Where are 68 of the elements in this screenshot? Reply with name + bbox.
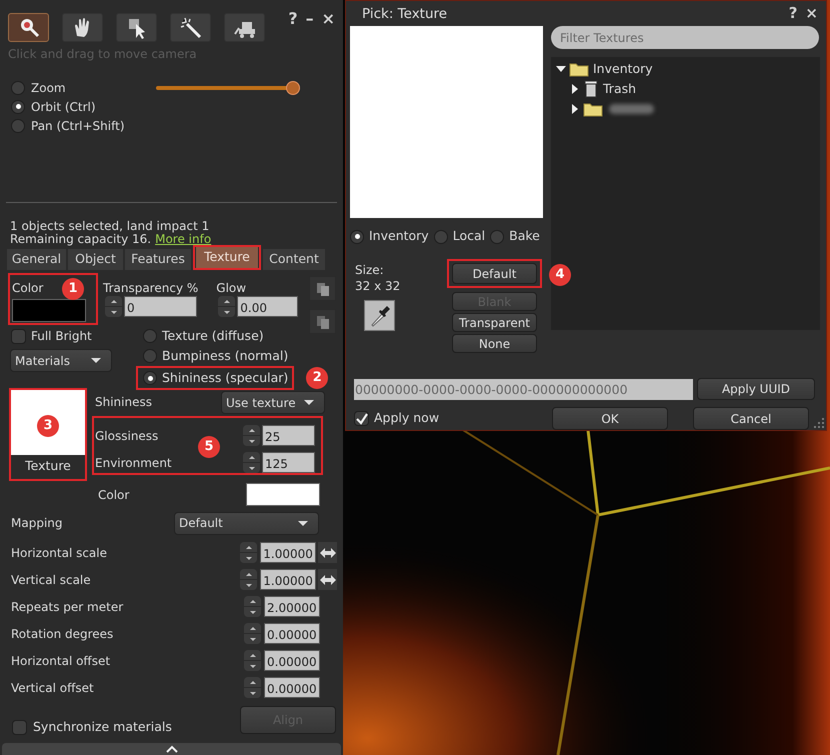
checkbox-label: Full Bright	[31, 328, 92, 345]
dropdown[interactable]: Default	[174, 512, 319, 534]
button[interactable]: OK	[552, 407, 668, 430]
dropdown[interactable]: Materials	[10, 349, 112, 372]
button[interactable]: None	[452, 334, 537, 353]
field-label: Glow	[216, 280, 248, 296]
tab[interactable]: Features	[125, 249, 191, 270]
field-label: Glossiness	[95, 428, 160, 444]
number-field[interactable]: 1.00000	[260, 542, 316, 563]
window-control[interactable]: ?	[788, 2, 798, 25]
number-field[interactable]: 125	[262, 452, 315, 473]
number-field[interactable]: 0.00000	[264, 623, 320, 644]
radio-label: Pan (Ctrl+Shift)	[31, 118, 125, 134]
tab[interactable]: Object	[68, 249, 123, 270]
radio-label: Zoom	[31, 80, 66, 96]
radio-label: Bake	[509, 227, 540, 246]
window-control[interactable]: ×	[805, 2, 818, 25]
field-label: Color	[12, 280, 44, 297]
button[interactable]: Default	[452, 263, 537, 284]
field-label: Shininess	[95, 394, 152, 411]
radio-label: Local	[452, 227, 486, 246]
button[interactable]: Cancel	[693, 407, 809, 430]
radio-label: Inventory	[369, 227, 429, 246]
field-label: Rotation degrees	[11, 626, 114, 642]
button[interactable]: Transparent	[452, 313, 537, 332]
tab[interactable]: Texture	[196, 247, 258, 268]
number-field[interactable]: 1.00000	[260, 569, 316, 590]
radio-label: Shininess (specular)	[162, 368, 288, 387]
field-label: Vertical scale	[11, 572, 92, 588]
info-text: Remaining capacity 16.	[10, 233, 152, 246]
window-control[interactable]: ×	[322, 7, 335, 31]
field-label: Repeats per meter	[11, 598, 124, 616]
number-field[interactable]: 0.00000	[264, 677, 320, 698]
field-label: Horizontal offset	[11, 652, 112, 670]
tab[interactable]: Content	[263, 249, 325, 270]
field-label: Transparency %	[103, 280, 198, 296]
window-control[interactable]: ?	[288, 7, 298, 31]
field-label: Horizontal scale	[11, 544, 108, 562]
dropdown[interactable]: Use texture	[221, 391, 325, 414]
annotation-badge: 5	[198, 436, 220, 458]
annotation-badge: 2	[306, 367, 328, 389]
checkbox-label: Apply now	[374, 409, 440, 428]
size-value: 32 x 32	[355, 278, 402, 294]
filter-field[interactable]: Filter Textures	[551, 26, 819, 50]
number-field[interactable]: 0.00	[237, 296, 298, 317]
more-info-link[interactable]: More info	[155, 233, 212, 246]
tree-item-label[interactable]: Inventory	[593, 60, 653, 79]
texture-label: Texture	[24, 457, 72, 476]
number-field[interactable]: 0	[124, 296, 197, 317]
button[interactable]: Apply UUID	[697, 378, 815, 400]
field-label: Environment	[95, 454, 173, 472]
radio-label: Bumpiness (normal)	[162, 346, 288, 365]
size-label: Size:	[355, 262, 385, 278]
tab[interactable]: General	[7, 249, 66, 270]
checkbox-label: Synchronize materials	[33, 718, 172, 736]
number-field[interactable]: 25	[262, 425, 315, 446]
number-field[interactable]: 0.00000	[264, 650, 320, 671]
info-text: 1 objects selected, land impact 1	[10, 220, 210, 233]
tree-item-label[interactable]: Trash	[603, 80, 636, 99]
field-label: Mapping	[11, 515, 64, 532]
radio-label: Orbit (Ctrl)	[31, 98, 96, 116]
annotation-badge: 1	[62, 278, 84, 300]
window-title: Pick: Texture	[362, 4, 448, 24]
field-label: Color	[98, 486, 130, 504]
field-label: Vertical offset	[11, 680, 95, 696]
window-control[interactable]: –	[306, 7, 314, 31]
number-field[interactable]: 2.00000	[264, 596, 320, 617]
radio-label: Texture (diffuse)	[162, 326, 264, 345]
